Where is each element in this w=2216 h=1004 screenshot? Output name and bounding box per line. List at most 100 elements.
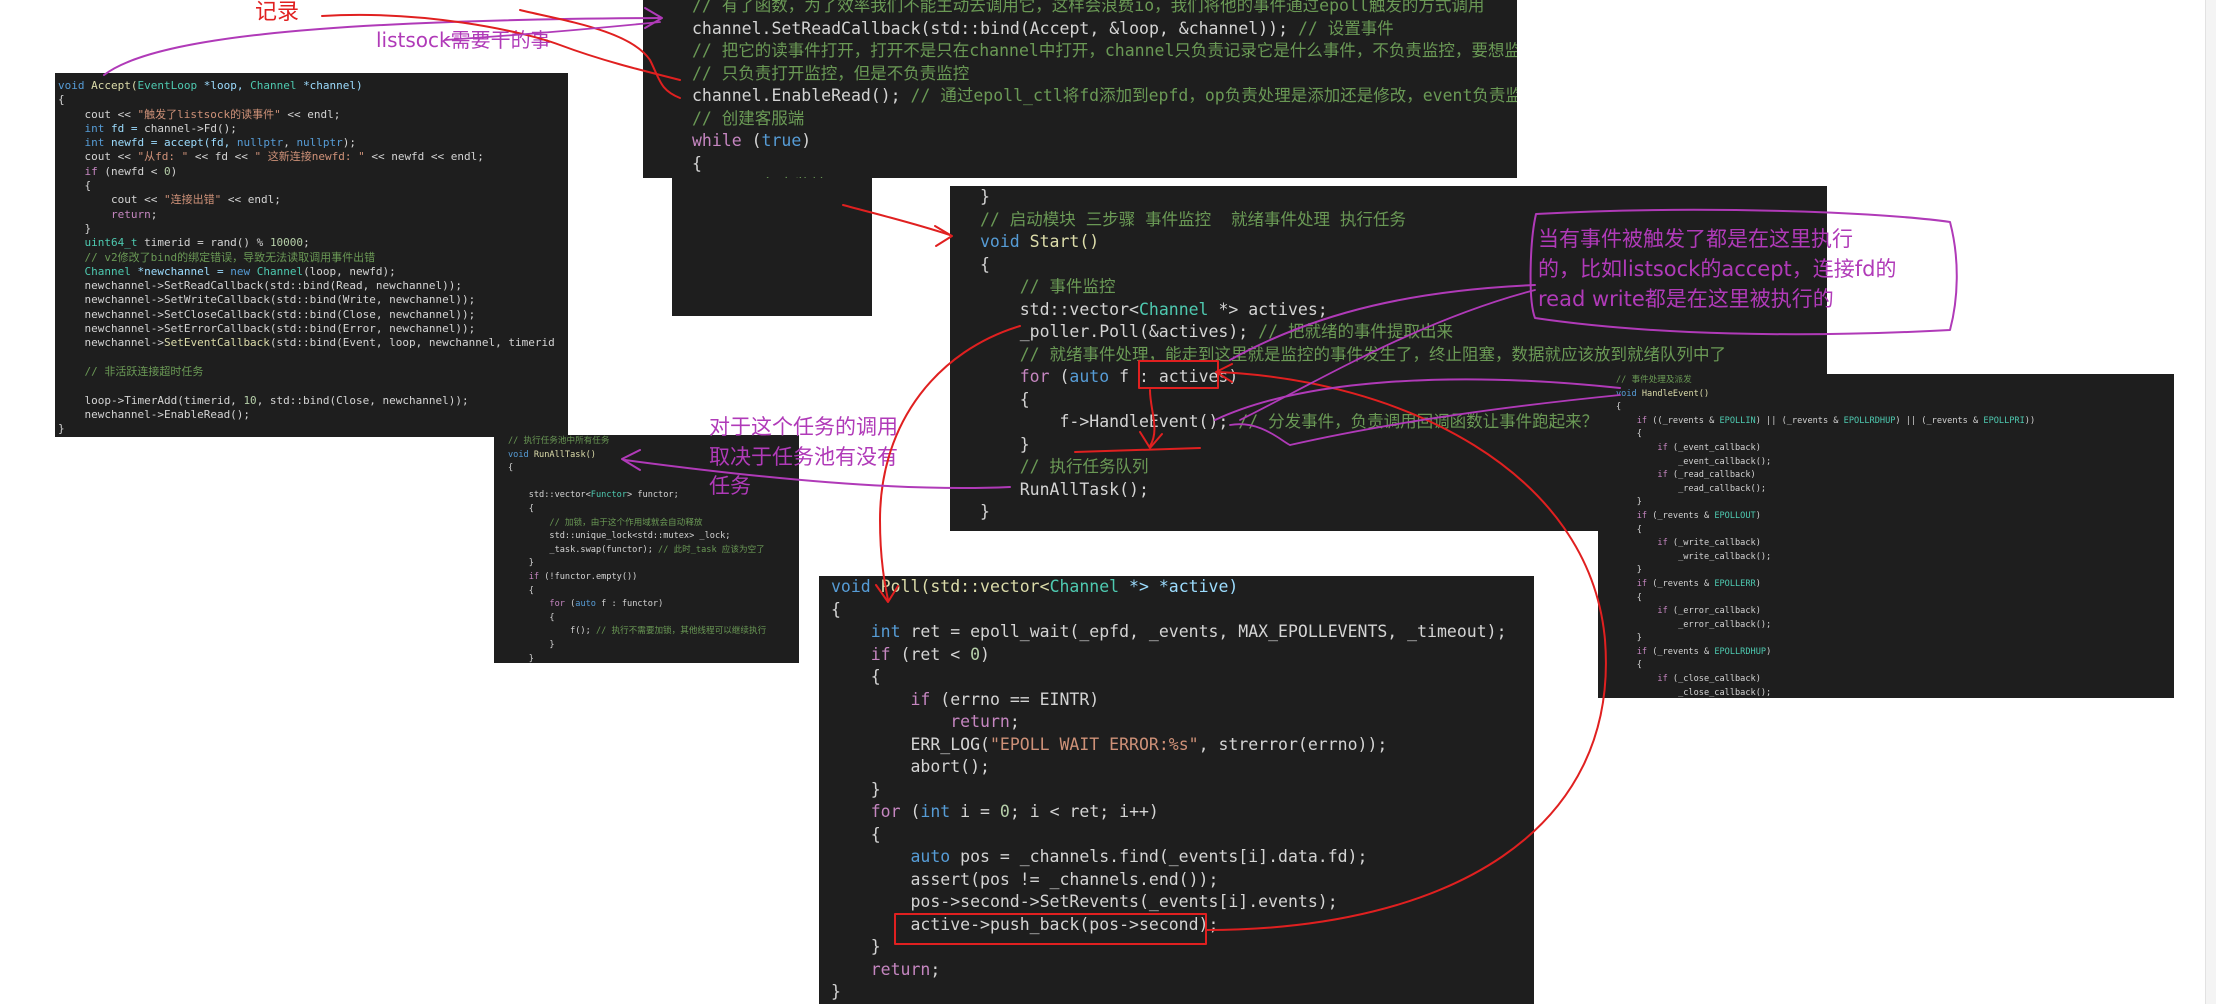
code-token: << fd << [188, 150, 255, 164]
code-token: ; [303, 236, 310, 250]
code-token: } [58, 422, 65, 436]
code-line: if (_error_callback) [1616, 605, 2174, 619]
code-line: // 创建客服端 [692, 108, 1517, 131]
code-line: { [1616, 659, 2174, 673]
code-token: " 这新连接newfd: " [254, 150, 365, 164]
code-line: f(); // 执行不需要加锁，其他线程可以继续执行 [508, 625, 799, 639]
code-token: "连接出错" [163, 193, 222, 207]
code-token: } [831, 779, 881, 799]
code-line: } [1616, 564, 2174, 578]
page-edge [2205, 0, 2216, 1004]
code-token: (_revents & [1652, 578, 1715, 589]
code-token: cout << [58, 107, 138, 121]
code-line: // 只负责打开监控，但是不负责监控 [692, 63, 1517, 86]
code-line: { [1616, 428, 2174, 442]
code-token: "EPOLL WAIT ERROR:%s" [989, 734, 1199, 754]
code-token: { [980, 389, 1030, 409]
code-token: fd = [110, 121, 145, 135]
code-line: } [58, 222, 568, 236]
code-token: } [58, 221, 92, 235]
code-token: if [1616, 415, 1653, 426]
code-token: void [980, 232, 1030, 251]
code-line: std::unique_lock<std::mutex> _lock; [508, 530, 799, 544]
code-token: { [831, 667, 881, 686]
code-token: while [692, 131, 752, 150]
code-token: { [508, 503, 534, 514]
code-line: { [692, 153, 1517, 176]
code-token: // 就绪事件处理，能走到这里就是监控的事件发生了，终止阻塞，数据就应该放到就绪… [980, 344, 1727, 364]
code-token: (ret < [900, 644, 971, 664]
code-token: *newchannel = [137, 264, 231, 278]
code-token: channel.SetReadCallback(std::bind(Accept… [692, 18, 1298, 38]
code-line: if (_close_callback) [1616, 673, 2174, 687]
code-line: { [58, 93, 568, 107]
code-line: std::vector<Functor> functor; [508, 489, 799, 503]
code-token: EventLoop [137, 79, 204, 92]
code-token: return [58, 207, 151, 221]
code-token: } [1616, 633, 1642, 644]
code-panel-handle-event: // 事件处理及派发 void HandleEvent(){ if ((_reve… [1598, 374, 2174, 698]
code-token: ERR_LOG( [831, 734, 990, 754]
code-token: int [831, 622, 911, 641]
code-token: (_revents & [1652, 510, 1715, 521]
code-line: } [831, 981, 1534, 1004]
code-line: } [58, 422, 568, 436]
code-token: // 设置事件 [1297, 18, 1394, 38]
code-token: // 执行任务队列 [980, 457, 1149, 476]
code-token: ) || (_revents & [1755, 415, 1844, 426]
code-token: std::vector< [980, 299, 1139, 319]
code-token: RunAllTask(); [980, 479, 1149, 499]
code-token: // 执行不需要加锁，其他线程可以继续执行 [595, 626, 767, 637]
code-token: // 只负责打开监控，但是不负责监控 [692, 63, 970, 83]
code-token: > functor; [627, 490, 679, 501]
code-line: if (_revents & EPOLLERR) [1616, 578, 2174, 592]
handle-event-note-line-2: 的，比如listsock的accept，连接fd的 [1538, 257, 1897, 281]
code-line: auto pos = _channels.find(_events[i].dat… [831, 846, 1534, 869]
code-token: ) [1766, 646, 1772, 657]
code-token: pos = _channels.find(_events[i].data.fd)… [960, 847, 1368, 866]
task-note-line-2: 取决于任务池有没有 [709, 445, 898, 469]
code-token: } [831, 937, 881, 956]
code-line: } [508, 653, 799, 664]
code-token: channel->Fd(); [144, 121, 237, 135]
code-token: ; i < ret; i++) [1009, 802, 1159, 821]
code-token: newchannel->SetWriteCallback(std::bind(W… [58, 293, 476, 307]
code-line: void Accept(EventLoop *loop, Channel *ch… [58, 79, 568, 93]
code-token: ) [980, 644, 990, 664]
code-token: } [980, 502, 990, 521]
code-line: } [831, 779, 1534, 802]
code-line: _task.swap(functor); // 此时_task 应该为空了 [508, 544, 799, 558]
code-token: abort(); [831, 757, 990, 776]
code-token: , [283, 136, 297, 150]
code-token: newchannel->SetCloseCallback(std::bind(C… [58, 307, 476, 321]
code-token: Functor [590, 490, 628, 501]
code-token: ) [170, 164, 178, 178]
code-token: _poller.Poll(&actives); [980, 322, 1259, 341]
code-token: int [920, 802, 961, 821]
code-token: , std::bind(Close, newchannel)); [256, 393, 469, 407]
code-token: // 启动模块 三步骤 事件监控 就绪事件处理 执行任务 [980, 209, 1406, 229]
code-token: EPOLLERR [1714, 578, 1756, 589]
code-line: { [831, 666, 1534, 689]
code-token: ) || (_revents & [1895, 415, 1984, 426]
code-token: if [831, 689, 941, 709]
code-token: assert(pos != _channels.end()); [831, 869, 1219, 889]
record-annotation: 记录 [255, 0, 300, 25]
code-line: { [508, 585, 799, 599]
code-token: newchannel->SetErrorCallback(std::bind(E… [58, 322, 476, 336]
code-token: "从fd: " [137, 150, 189, 164]
code-token: { [831, 599, 841, 619]
code-line: assert(pos != _channels.end()); [831, 869, 1534, 892]
code-line: if (_write_callback) [1616, 537, 2174, 551]
code-line: loop->TimerAdd(timerid, 10, std::bind(Cl… [58, 394, 568, 408]
code-token: ; [930, 959, 941, 979]
code-line: { [831, 599, 1534, 622]
code-token: { [1616, 402, 1622, 413]
code-line: _event_callback(); [1616, 456, 2174, 470]
code-token: (_event_callback) [1672, 442, 1761, 453]
code-token: if [1616, 538, 1673, 549]
code-token: if [508, 571, 545, 582]
code-token: } [508, 653, 534, 664]
code-line: int newfd = accept(fd, nullptr, nullptr)… [58, 136, 568, 150]
